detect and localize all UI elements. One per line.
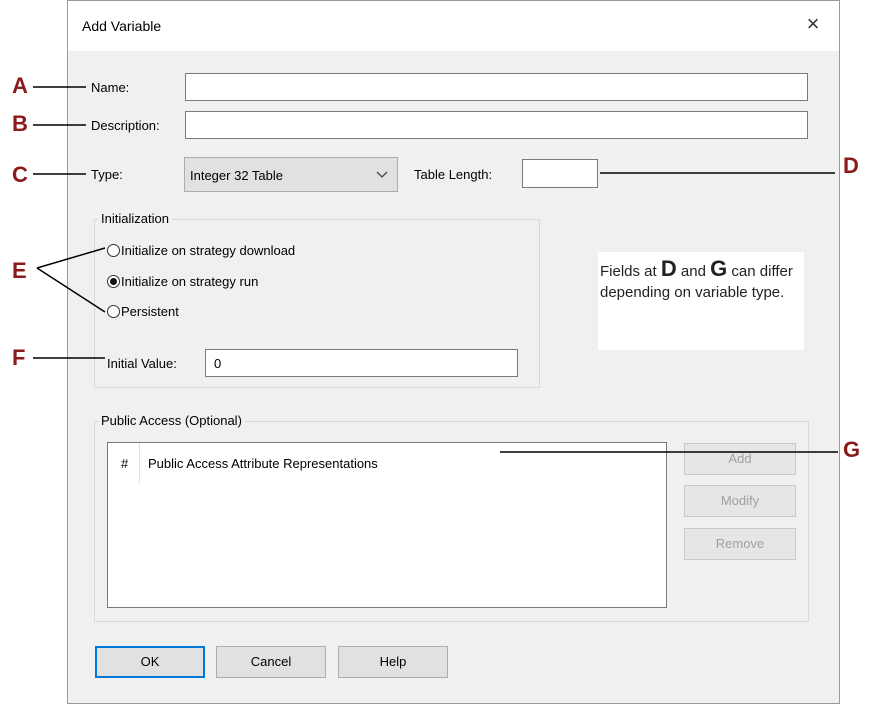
callout-leader-lines: [33, 86, 838, 453]
leader-line-e2: [36, 267, 106, 313]
leader-line-e1: [36, 247, 106, 269]
